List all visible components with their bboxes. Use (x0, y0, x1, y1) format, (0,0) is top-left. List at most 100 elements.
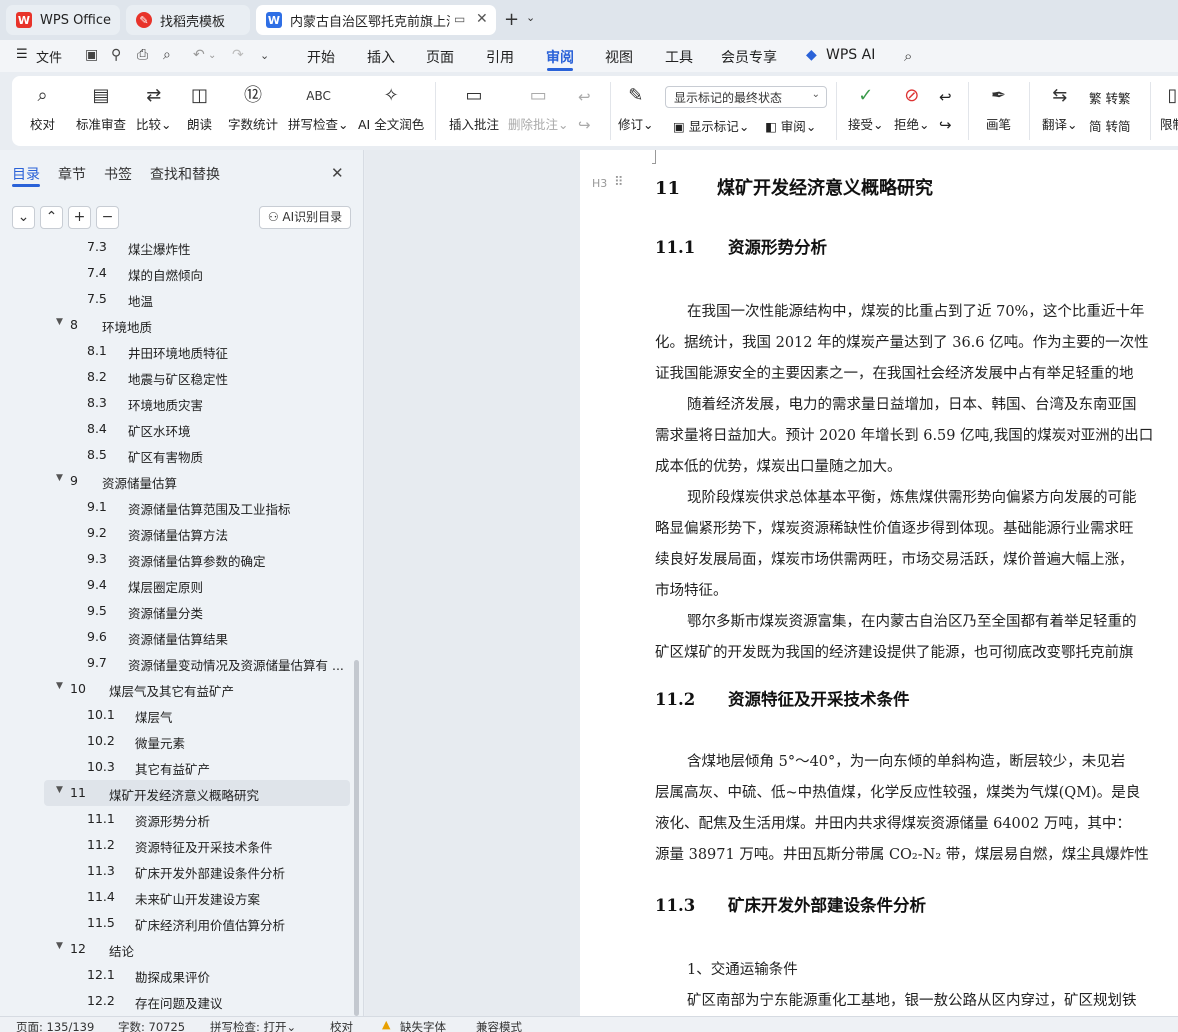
reject-button[interactable]: ⊘ 拒绝⌄ (894, 84, 930, 133)
undo-icon[interactable]: ↶ (193, 47, 205, 63)
toc-item[interactable]: 10.3 其它有益矿产 (44, 754, 350, 780)
toc-item[interactable]: 10.1 煤层气 (44, 702, 350, 728)
next-comment-icon[interactable]: ↪ (578, 116, 591, 134)
close-tab-icon[interactable]: ✕ (476, 11, 488, 27)
delete-comment-button[interactable]: ▭ 删除批注⌄ (508, 84, 569, 133)
proofread-status[interactable]: 校对 (330, 1019, 353, 1032)
toc-item[interactable]: 9.5 资源储量分类 (44, 598, 350, 624)
toc-item[interactable]: ▼ 10 煤层气及其它有益矿产 (44, 676, 350, 702)
menu-page[interactable]: 页面 (426, 47, 454, 67)
new-tab-button[interactable]: + (504, 9, 519, 30)
screen-icon[interactable]: ▭ (454, 12, 465, 26)
menu-wps-ai[interactable]: WPS AI (826, 47, 875, 63)
menu-file[interactable]: 文件 (36, 47, 62, 66)
toc-item[interactable]: 8.5 矿区有害物质 (44, 442, 350, 468)
collapse-all-button[interactable]: ⌄ (12, 206, 35, 229)
word-count-button[interactable]: ⑫ 字数统计 (228, 84, 278, 133)
share-icon[interactable]: ⚲ (111, 47, 121, 63)
toc-item[interactable]: 11.2 资源特征及开采技术条件 (44, 832, 350, 858)
toc-item[interactable]: 8.2 地震与矿区稳定性 (44, 364, 350, 390)
menu-reference[interactable]: 引用 (486, 47, 514, 67)
page-indicator[interactable]: 页面: 135/139 (16, 1019, 94, 1032)
menu-start[interactable]: 开始 (307, 47, 335, 67)
menu-review[interactable]: 审阅 (546, 47, 574, 67)
spell-check-status[interactable]: 拼写检查: 打开⌄ (210, 1019, 296, 1032)
tab-docer-templates[interactable]: ✎ 找稻壳模板 (126, 5, 250, 35)
add-heading-button[interactable]: + (68, 206, 91, 229)
ai-polish-button[interactable]: ✧ AI 全文润色 (358, 84, 424, 133)
drag-handle-icon[interactable]: ⠿ (614, 175, 624, 190)
toc-item[interactable]: 11.1 资源形势分析 (44, 806, 350, 832)
translate-button[interactable]: ⇆ 翻译⌄ (1042, 84, 1078, 133)
navtab-bookmarks[interactable]: 书签 (104, 164, 132, 184)
next-change-icon[interactable]: ↪ (939, 116, 952, 134)
toc-item[interactable]: 8.3 环境地质灾害 (44, 390, 350, 416)
toc-scrollbar[interactable] (354, 660, 359, 1016)
close-icon[interactable]: ✕ (331, 164, 344, 182)
toc-item[interactable]: ▼ 8 环境地质 (44, 312, 350, 338)
tab-wps-office[interactable]: W WPS Office (6, 5, 120, 35)
to-traditional-button[interactable]: 繁 转繁 (1089, 88, 1131, 107)
prev-comment-icon[interactable]: ↩ (578, 88, 591, 106)
menu-insert[interactable]: 插入 (367, 47, 395, 67)
more-chevron-icon[interactable]: ⌄ (260, 49, 269, 62)
proofread-button[interactable]: ⌕ 校对 (30, 84, 55, 133)
word-count[interactable]: 字数: 70725 (118, 1019, 185, 1032)
to-simplified-button[interactable]: 简 转简 (1089, 116, 1131, 135)
navtab-find-replace[interactable]: 查找和替换 (150, 164, 220, 184)
document-page[interactable]: H3 ⠿ 11 煤矿开发经济意义概略研究 11.1 资源形势分析 在我国一次性能源结构… (580, 150, 1178, 1016)
prev-change-icon[interactable]: ↩ (939, 88, 952, 106)
undo-dropdown-icon[interactable]: ⌄ (208, 50, 216, 61)
toc-item[interactable]: 11.5 矿床经济利用价值估算分析 (44, 910, 350, 936)
compare-button[interactable]: ⇄ 比较⌄ (136, 84, 172, 133)
toc-item[interactable]: 9.6 资源储量估算结果 (44, 624, 350, 650)
navtab-toc[interactable]: 目录 (12, 164, 40, 184)
toc-item[interactable]: 11.4 未来矿山开发建设方案 (44, 884, 350, 910)
remove-heading-button[interactable]: − (96, 206, 119, 229)
restrict-button[interactable]: ▯ 限制 (1160, 84, 1178, 133)
toc-item[interactable]: 10.2 微量元素 (44, 728, 350, 754)
toc-item[interactable]: ▼ 11 煤矿开发经济意义概略研究 (44, 780, 350, 806)
search-icon[interactable]: ⌕ (904, 47, 912, 65)
toc-item[interactable]: 7.5 地温 (44, 286, 350, 312)
track-changes-button[interactable]: ✎ 修订⌄ (618, 84, 654, 133)
toc-item[interactable]: 12.2 存在问题及建议 (44, 988, 350, 1014)
markup-mode-select[interactable]: 显示标记的最终状态 ⌄ (665, 86, 827, 108)
toc-item[interactable]: 8.4 矿区水环境 (44, 416, 350, 442)
tab-current-document[interactable]: W 内蒙古自治区鄂托克前旗上海 ▭ ✕ (256, 5, 496, 35)
insert-comment-button[interactable]: ▭ 插入批注 (449, 84, 499, 133)
menu-view[interactable]: 视图 (605, 47, 633, 67)
toc-item[interactable]: 9.4 煤层圈定原则 (44, 572, 350, 598)
toc-item[interactable]: ▼ 12 结论 (44, 936, 350, 962)
save-icon[interactable]: ▣ (85, 47, 98, 63)
expand-caret-icon[interactable]: ▼ (56, 473, 63, 483)
hamburger-icon[interactable]: ☰ (16, 47, 28, 62)
review-pane-dropdown[interactable]: ◧ 审阅⌄ (765, 116, 816, 135)
toc-item[interactable]: 7.4 煤的自燃倾向 (44, 260, 350, 286)
toc-item[interactable]: 7.3 煤尘爆炸性 (44, 240, 350, 260)
menu-member[interactable]: 会员专享 (721, 47, 777, 67)
toc-item[interactable]: ▼ 9 资源储量估算 (44, 468, 350, 494)
navtab-sections[interactable]: 章节 (58, 164, 86, 184)
toc-item[interactable]: 9.3 资源储量估算参数的确定 (44, 546, 350, 572)
toc-item[interactable]: 9.2 资源储量估算方法 (44, 520, 350, 546)
print-preview-icon[interactable]: ⌕ (163, 47, 171, 63)
missing-font-status[interactable]: 缺失字体 (400, 1019, 446, 1032)
toc-item[interactable]: 9.7 资源储量变动情况及资源储量估算有 ... (44, 650, 350, 676)
spell-check-button[interactable]: ABC 拼写检查⌄ (288, 84, 349, 133)
standard-review-button[interactable]: ▤ 标准审查 (76, 84, 126, 133)
expand-caret-icon[interactable]: ▼ (56, 317, 63, 327)
expand-caret-icon[interactable]: ▼ (56, 941, 63, 951)
redo-icon[interactable]: ↷ (232, 47, 244, 63)
toc-item[interactable]: 12.1 勘探成果评价 (44, 962, 350, 988)
ink-button[interactable]: ✒ 画笔 (986, 84, 1011, 133)
expand-up-button[interactable]: ⌃ (40, 206, 63, 229)
toc-item[interactable]: 9.1 资源储量估算范围及工业指标 (44, 494, 350, 520)
show-markup-dropdown[interactable]: ▣ 显示标记⌄ (673, 116, 749, 135)
expand-caret-icon[interactable]: ▼ (56, 785, 63, 795)
toc-item[interactable]: 8.1 井田环境地质特征 (44, 338, 350, 364)
menu-tools[interactable]: 工具 (665, 47, 693, 67)
toc-item[interactable]: 11.3 矿床开发外部建设条件分析 (44, 858, 350, 884)
print-icon[interactable]: ⎙ (137, 47, 148, 63)
read-aloud-button[interactable]: ◫ 朗读 (187, 84, 212, 133)
